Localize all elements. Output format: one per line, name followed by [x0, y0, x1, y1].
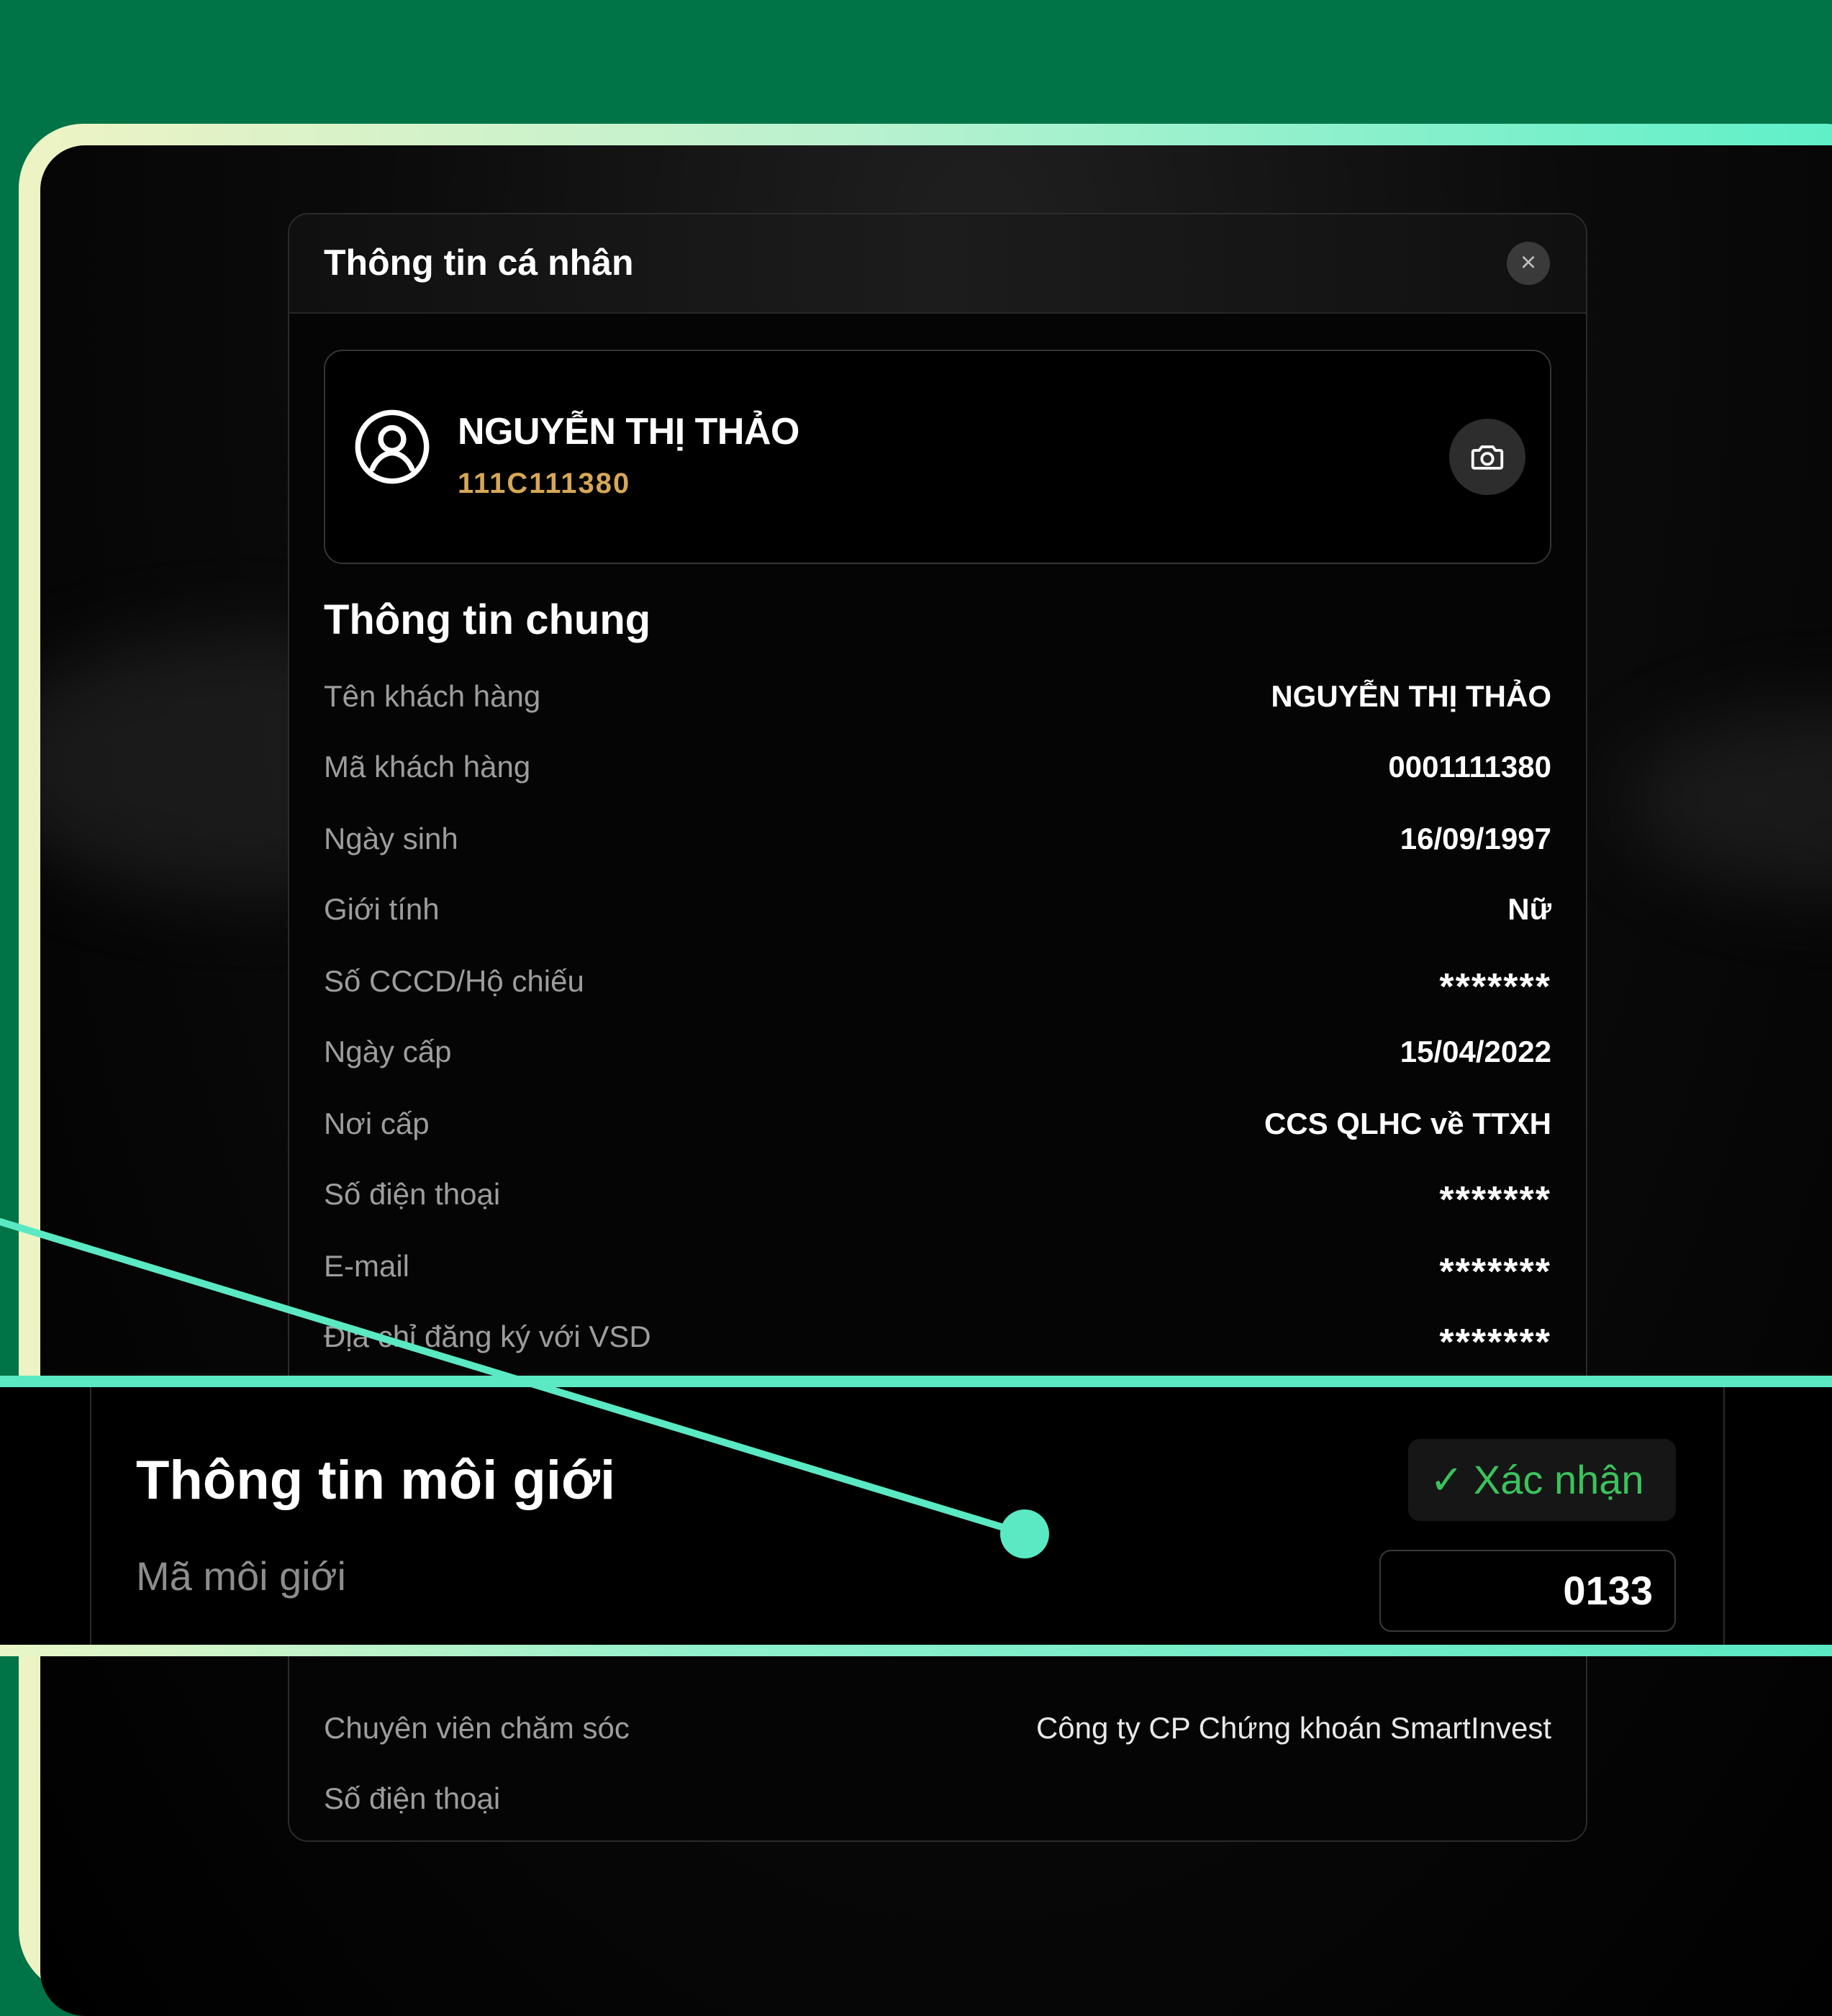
info-label: Số CCCD/Hộ chiếu: [324, 964, 584, 998]
info-label: Địa chỉ đăng ký với VSD: [324, 1320, 651, 1353]
confirm-button[interactable]: ✓ Xác nhận: [1408, 1439, 1676, 1521]
info-label: E-mail: [324, 1249, 410, 1283]
modal-header: Thông tin cá nhân ×: [289, 214, 1586, 314]
user-avatar-icon: [355, 409, 430, 484]
info-row-issue-place: Nơi cấp CCS QLHC về TTXH: [324, 1107, 1551, 1153]
general-info-title: Thông tin chung: [324, 596, 651, 643]
info-value: CCS QLHC về TTXH: [1264, 1107, 1551, 1140]
profile-card: NGUYỄN THỊ THẢO 111C111380: [324, 350, 1551, 564]
info-row-vsd-address: Địa chỉ đăng ký với VSD *******: [324, 1320, 1551, 1366]
info-value: 0001111380: [1388, 750, 1551, 784]
info-label: Nơi cấp: [324, 1107, 430, 1140]
broker-info-section: Thông tin môi giới Mã môi giới ✓ Xác nhận…: [90, 1387, 1725, 1645]
info-row-birth-date: Ngày sinh 16/09/1997: [324, 822, 1551, 868]
info-label: Ngày cấp: [324, 1035, 452, 1068]
modal-title: Thông tin cá nhân: [324, 242, 634, 283]
info-row-care-specialist: Chuyên viên chăm sóc Công ty CP Chứng kh…: [324, 1711, 1551, 1757]
check-icon: ✓: [1430, 1457, 1464, 1502]
broker-code-input[interactable]: 0133: [1379, 1550, 1676, 1632]
info-label: Tên khách hàng: [324, 679, 541, 713]
info-value: Công ty CP Chứng khoán SmartInvest: [1035, 1711, 1551, 1745]
confirm-label: Xác nhận: [1473, 1457, 1644, 1502]
info-value: *******: [1439, 1322, 1551, 1363]
broker-info-zoom: Thông tin môi giới Mã môi giới ✓ Xác nhận…: [0, 1387, 1832, 1645]
profile-name: NGUYỄN THỊ THẢO: [458, 411, 799, 453]
change-photo-button[interactable]: [1449, 419, 1525, 495]
info-value: *******: [1439, 1179, 1551, 1221]
info-label: Số điện thoại: [324, 1781, 501, 1815]
info-row-customer-name: Tên khách hàng NGUYỄN THỊ THẢO: [324, 679, 1551, 725]
info-label: Ngày sinh: [324, 822, 458, 855]
info-row-care-phone: Số điện thoại: [324, 1781, 1551, 1827]
camera-icon: [1471, 445, 1504, 470]
info-value: Nữ: [1507, 892, 1551, 926]
account-code: 111C111380: [458, 468, 631, 499]
info-value: NGUYỄN THỊ THẢO: [1271, 679, 1551, 713]
info-value: 16/09/1997: [1400, 822, 1551, 855]
info-label: Giới tính: [324, 892, 440, 926]
info-row-gender: Giới tính Nữ: [324, 892, 1551, 938]
info-value: *******: [1439, 966, 1551, 1008]
info-row-phone: Số điện thoại *******: [324, 1177, 1551, 1223]
info-label: Chuyên viên chăm sóc: [324, 1711, 630, 1745]
zoom-band-top: [0, 1376, 1832, 1387]
close-button[interactable]: ×: [1507, 242, 1550, 285]
broker-code-label: Mã môi giới: [136, 1553, 346, 1599]
info-row-id-number: Số CCCD/Hộ chiếu *******: [324, 964, 1551, 1010]
info-row-customer-code: Mã khách hàng 0001111380: [324, 750, 1551, 796]
zoom-band-bottom: [0, 1645, 1832, 1656]
info-label: Mã khách hàng: [324, 750, 531, 784]
info-label: Số điện thoại: [324, 1177, 501, 1211]
info-row-issue-date: Ngày cấp 15/04/2022: [324, 1035, 1551, 1081]
broker-info-title: Thông tin môi giới: [136, 1450, 616, 1511]
info-value: *******: [1439, 1251, 1551, 1293]
background-haze: [1623, 707, 1832, 894]
info-value: 15/04/2022: [1400, 1035, 1551, 1068]
info-row-email: E-mail *******: [324, 1249, 1551, 1295]
